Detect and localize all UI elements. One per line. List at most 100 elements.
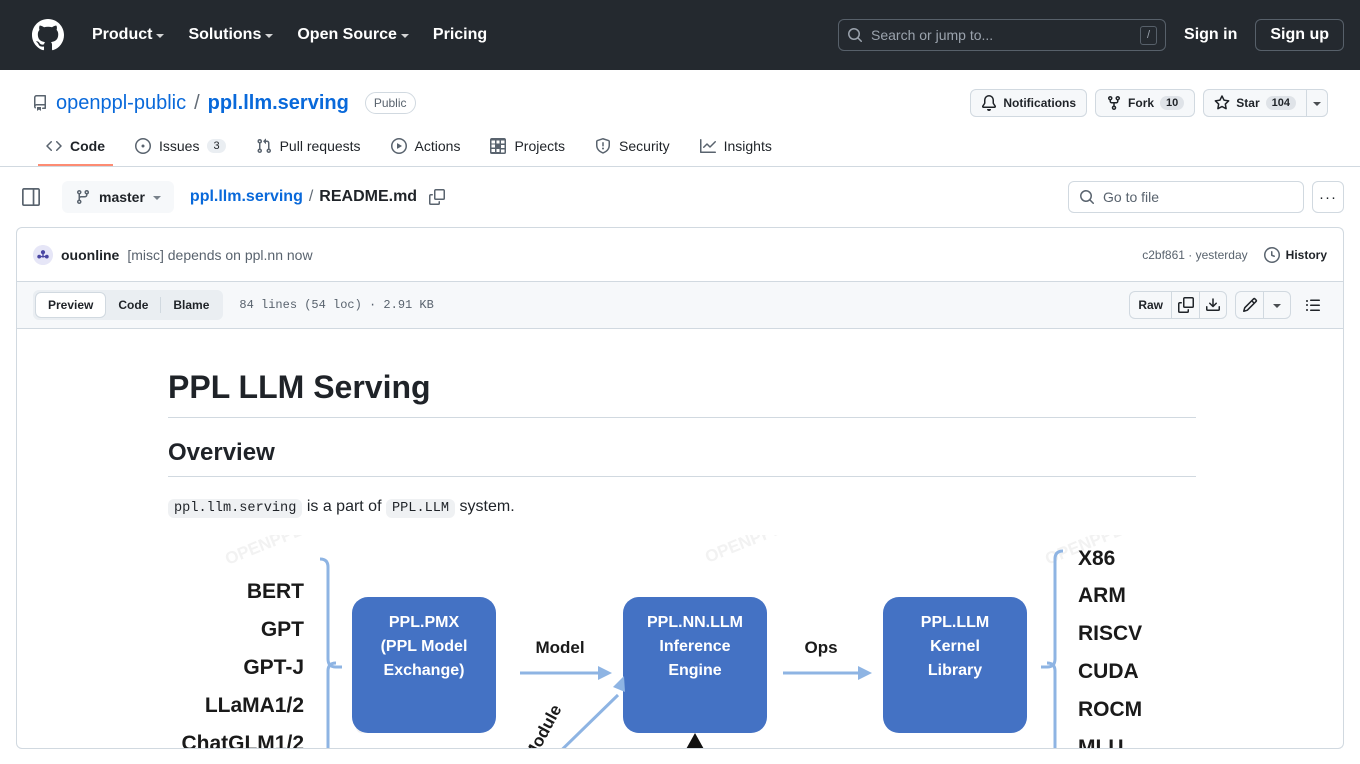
diagram-hardware-label: RISCV <box>1078 622 1142 645</box>
search-input[interactable]: Search or jump to... / <box>838 19 1167 51</box>
go-to-file-placeholder: Go to file <box>1103 189 1160 205</box>
chevron-down-icon <box>1273 304 1281 308</box>
diagram-box-line: PPL.NN.LLM <box>647 614 743 631</box>
star-count: 104 <box>1265 96 1296 110</box>
fork-button[interactable]: Fork 10 <box>1095 89 1196 117</box>
tab-issues[interactable]: Issues 3 <box>127 130 234 166</box>
search-icon <box>848 28 863 42</box>
diagram-box-line: Engine <box>668 662 721 679</box>
tab-label: Actions <box>414 138 461 154</box>
tab-label: Pull requests <box>279 138 361 154</box>
play-icon <box>390 138 407 154</box>
avatar[interactable] <box>33 244 53 265</box>
repo-actions: Notifications Fork 10 Star 104 <box>970 89 1328 117</box>
diagram-arrowhead <box>613 676 625 693</box>
file-view-segmented-control: Preview Code Blame <box>33 290 224 320</box>
commit-author-link[interactable]: ouonline <box>61 247 119 263</box>
readme-content: PPL LLM Serving Overview ppl.llm.serving… <box>16 329 1344 749</box>
list-unordered-icon[interactable] <box>1299 291 1327 319</box>
commit-sha[interactable]: c2bf861 <box>1142 248 1185 262</box>
diagram-arrow-label-module: Module <box>521 702 566 749</box>
diagram-arrow-label-ops: Ops <box>804 638 837 657</box>
notifications-label: Notifications <box>1003 96 1077 110</box>
table-icon <box>490 138 507 154</box>
diagram-arrow-label-model: Model <box>535 638 584 657</box>
global-nav-label: Open Source <box>297 26 397 43</box>
diagram-box-line: Inference <box>659 638 730 655</box>
repo-owner-link[interactable]: openppl-public <box>56 92 186 115</box>
commit-meta: c2bf861 · yesterday History <box>1142 246 1327 263</box>
diagram-hardware-label: ROCM <box>1078 698 1142 721</box>
branch-label: master <box>99 189 145 205</box>
tab-blame[interactable]: Blame <box>161 292 221 318</box>
diagram-left-bracket <box>319 557 342 748</box>
history-label: History <box>1285 247 1327 262</box>
global-nav: Product Solutions Open Source Pricing <box>82 18 497 52</box>
star-dropdown-button[interactable] <box>1306 89 1328 117</box>
branch-selector-button[interactable]: master <box>62 181 174 213</box>
global-nav-item-open-source[interactable]: Open Source <box>287 18 419 52</box>
architecture-diagram-svg: OPENPPL OPENPPL OPENPPL OPENPPL BERT GPT… <box>181 535 1142 749</box>
diagram-model-label: GPT-J <box>243 656 304 679</box>
sidebar-expand-icon[interactable] <box>16 182 46 212</box>
global-nav-item-solutions[interactable]: Solutions <box>178 18 283 52</box>
repo-icon <box>34 95 46 111</box>
repo-tabs: Code Issues 3 Pull requests Actions Proj… <box>32 130 1328 166</box>
sign-in-link[interactable]: Sign in <box>1178 26 1243 44</box>
breadcrumb-repo-link[interactable]: ppl.llm.serving <box>190 188 303 206</box>
commit-sha-and-time: c2bf861 · yesterday <box>1142 248 1247 262</box>
github-mark-icon[interactable] <box>32 19 64 51</box>
branch-icon <box>76 190 89 205</box>
clock-icon <box>1263 246 1280 263</box>
repo-more-options-button[interactable]: ··· <box>1312 181 1344 213</box>
shield-icon <box>596 138 611 154</box>
diagram-box-line: PPL.PMX <box>389 614 460 631</box>
commit-history-link[interactable]: History <box>1263 246 1327 263</box>
download-icon[interactable] <box>1199 291 1227 319</box>
file-view-toolbar: Preview Code Blame 84 lines (54 loc) · 2… <box>16 281 1344 329</box>
notifications-button[interactable]: Notifications <box>970 89 1088 117</box>
copy-icon[interactable] <box>1171 291 1199 319</box>
tab-code[interactable]: Code <box>38 130 113 166</box>
diagram-hardware-label: ARM <box>1078 584 1126 607</box>
search-shortcut-badge: / <box>1139 25 1158 45</box>
edit-dropdown-button[interactable] <box>1263 291 1291 319</box>
global-nav-item-pricing[interactable]: Pricing <box>423 18 497 52</box>
raw-button[interactable]: Raw <box>1129 291 1171 319</box>
tab-label: Insights <box>723 138 772 154</box>
diagram-box-line: PPL.LLM <box>921 614 989 631</box>
diagram-model-label: ChatGLM1/2 <box>181 732 304 749</box>
tab-security[interactable]: Security <box>587 130 678 166</box>
paragraph-text-mid: is a part of <box>302 498 386 515</box>
repo-title-row: openppl-public / ppl.llm.serving Public … <box>32 86 1328 120</box>
pencil-icon[interactable] <box>1235 291 1263 319</box>
tab-insights[interactable]: Insights <box>692 130 780 166</box>
search-placeholder: Search or jump to... <box>871 27 994 43</box>
tab-preview[interactable]: Preview <box>35 292 107 318</box>
global-nav-item-product[interactable]: Product <box>82 18 174 52</box>
latest-commit-row: ouonline [misc] depends on ppl.nn now c2… <box>16 227 1344 281</box>
visibility-badge: Public <box>364 92 416 114</box>
chevron-down-icon <box>1313 102 1321 106</box>
star-button[interactable]: Star 104 <box>1203 89 1306 117</box>
star-icon <box>1214 95 1230 110</box>
readme-heading-1: PPL LLM Serving <box>168 367 1196 418</box>
tab-actions[interactable]: Actions <box>383 130 469 166</box>
bell-icon <box>982 95 997 111</box>
diagram-model-label: LLaMA1/2 <box>205 694 304 717</box>
breadcrumb-separator: / <box>308 188 314 205</box>
repo-name-link[interactable]: ppl.llm.serving <box>208 92 349 115</box>
go-to-file-input[interactable]: Go to file <box>1068 181 1304 213</box>
diagram-box-line: Library <box>928 662 982 679</box>
tab-label: Code <box>70 138 105 154</box>
tab-projects[interactable]: Projects <box>482 130 573 166</box>
tab-code[interactable]: Code <box>106 292 160 318</box>
global-header: Product Solutions Open Source Pricing Se… <box>0 0 1360 70</box>
copy-path-icon[interactable] <box>429 189 446 205</box>
file-metadata: 84 lines (54 loc) · 2.91 KB <box>239 298 434 312</box>
inline-code-ppl-llm: PPL.LLM <box>385 499 456 518</box>
tab-pull-requests[interactable]: Pull requests <box>248 130 369 166</box>
sign-up-button[interactable]: Sign up <box>1255 19 1344 51</box>
commit-message[interactable]: [misc] depends on ppl.nn now <box>127 247 312 263</box>
commit-sha-separator: · <box>1188 247 1193 262</box>
